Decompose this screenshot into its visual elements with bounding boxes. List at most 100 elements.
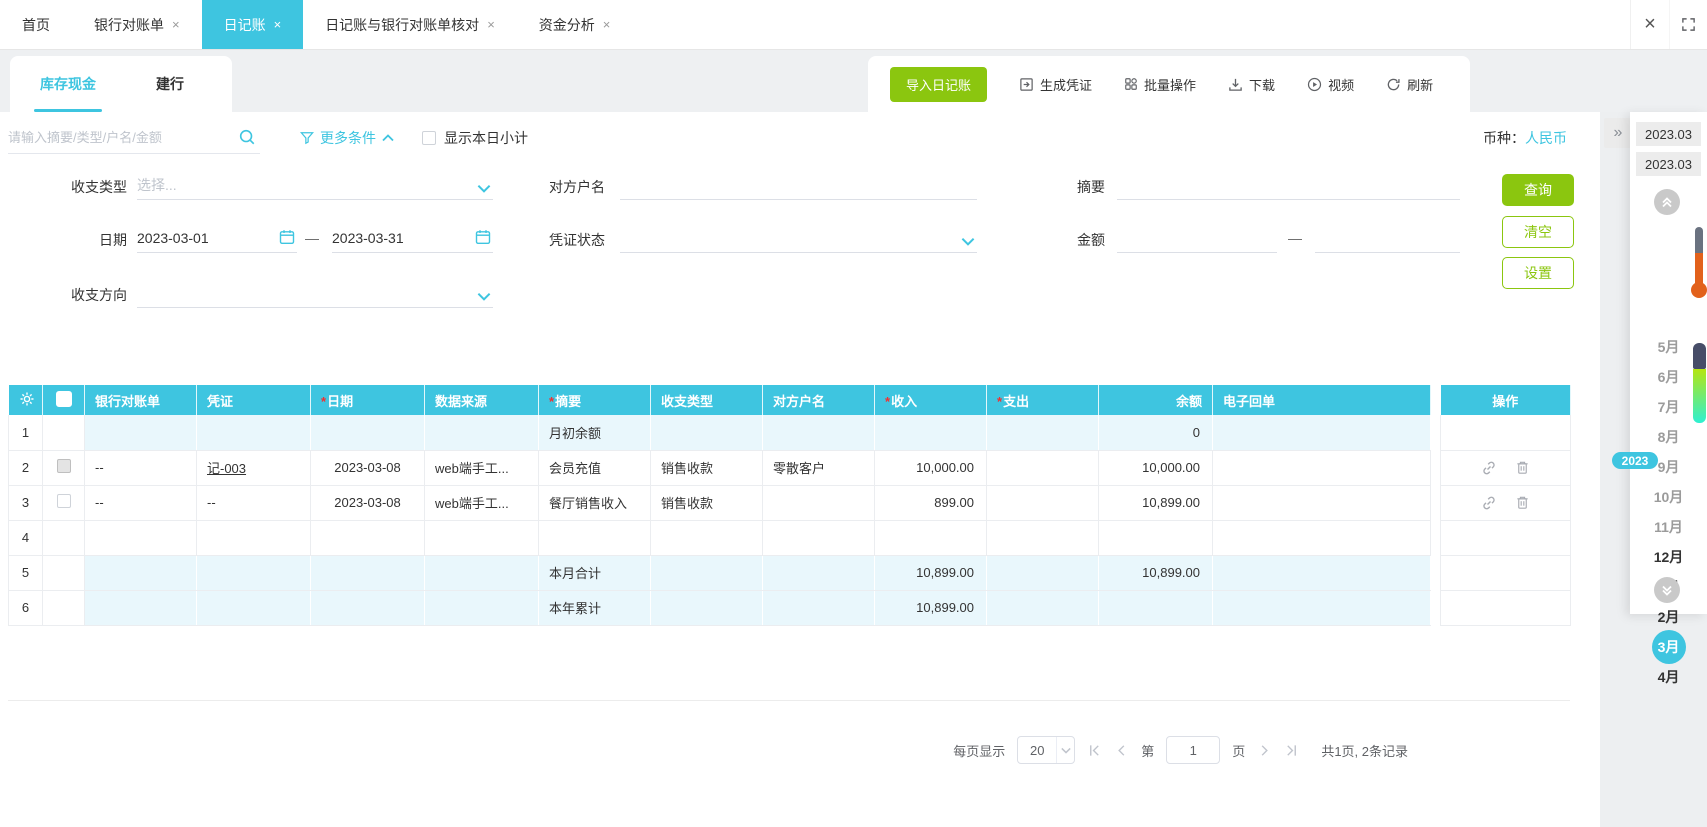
scroll-indicator-cap bbox=[1693, 343, 1706, 369]
close-icon[interactable]: × bbox=[1631, 0, 1669, 49]
header-voucher[interactable]: 凭证 bbox=[196, 385, 311, 415]
calendar-icon[interactable] bbox=[279, 229, 295, 248]
column-gap bbox=[1430, 485, 1441, 520]
header-income[interactable]: *收入 bbox=[874, 385, 987, 415]
direction-select[interactable] bbox=[137, 278, 493, 308]
select-all-checkbox[interactable] bbox=[55, 390, 72, 407]
window-controls: × bbox=[1630, 0, 1707, 49]
header-type[interactable]: 收支类型 bbox=[650, 385, 763, 415]
trash-icon[interactable] bbox=[1515, 460, 1530, 475]
type-select[interactable]: 选择... bbox=[137, 170, 493, 200]
tab-close-icon[interactable]: × bbox=[274, 17, 282, 32]
generate-voucher-button[interactable]: 生成凭证 bbox=[1019, 75, 1092, 94]
query-button[interactable]: 查询 bbox=[1502, 174, 1574, 206]
header-party[interactable]: 对方户名 bbox=[762, 385, 875, 415]
daily-subtotal-checkbox[interactable] bbox=[422, 131, 436, 145]
clear-button[interactable]: 清空 bbox=[1502, 216, 1574, 248]
month-item-oct[interactable]: 10月 bbox=[1630, 482, 1707, 512]
date-to-input[interactable]: 2023-03-31 bbox=[332, 223, 493, 253]
per-page-select[interactable]: 20 bbox=[1017, 736, 1076, 764]
table-row: 1 月初余额 0 bbox=[8, 415, 1571, 451]
tab-fund-analysis[interactable]: 资金分析 × bbox=[517, 0, 633, 49]
header-expense[interactable]: *支出 bbox=[986, 385, 1099, 415]
header-balance[interactable]: 余额 bbox=[1098, 385, 1213, 415]
first-page-icon[interactable] bbox=[1087, 743, 1102, 758]
link-icon[interactable] bbox=[1481, 495, 1497, 511]
subtab-cash[interactable]: 库存现金 bbox=[10, 56, 126, 112]
row-checkbox[interactable] bbox=[56, 494, 71, 508]
header-bank-statement[interactable]: 银行对账单 bbox=[84, 385, 197, 415]
voucher-status-select[interactable] bbox=[620, 223, 977, 253]
tab-label: 日记账 bbox=[223, 16, 266, 33]
more-conditions-toggle[interactable]: 更多条件 bbox=[300, 128, 394, 148]
voucher-link[interactable]: 记-003 bbox=[207, 461, 246, 476]
video-button[interactable]: 视频 bbox=[1307, 75, 1354, 94]
month-item-nov[interactable]: 11月 bbox=[1630, 512, 1707, 542]
header-label: 收支类型 bbox=[661, 393, 714, 409]
search-input[interactable] bbox=[8, 122, 228, 152]
amount-min-input[interactable] bbox=[1117, 223, 1277, 253]
next-page-icon[interactable] bbox=[1257, 743, 1272, 758]
thermometer-bulb-icon bbox=[1691, 282, 1707, 298]
chevron-down-icon[interactable] bbox=[477, 180, 491, 196]
cell-type bbox=[650, 590, 763, 626]
tab-bank-statement[interactable]: 银行对账单 × bbox=[72, 0, 202, 49]
date-from-input[interactable]: 2023-03-01 bbox=[137, 223, 297, 253]
calendar-icon[interactable] bbox=[475, 229, 491, 248]
month-item-aug[interactable]: 8月 bbox=[1630, 422, 1707, 452]
column-settings[interactable] bbox=[8, 385, 43, 415]
page-prefix-label: 第 bbox=[1141, 743, 1155, 759]
download-button[interactable]: 下载 bbox=[1228, 75, 1275, 94]
cell-receipt bbox=[1212, 520, 1431, 556]
tab-journal[interactable]: 日记账 × bbox=[201, 0, 304, 49]
subtab-ccb-bank[interactable]: 建行 bbox=[126, 56, 214, 112]
row-checkbox[interactable] bbox=[56, 459, 71, 473]
import-journal-button[interactable]: 导入日记账 bbox=[890, 66, 988, 102]
cell-balance: 10,000.00 bbox=[1098, 450, 1213, 486]
search-icon[interactable] bbox=[238, 128, 256, 149]
trash-icon[interactable] bbox=[1515, 495, 1530, 510]
month-item-feb[interactable]: 2月 bbox=[1630, 602, 1707, 632]
header-date[interactable]: *日期 bbox=[310, 385, 425, 415]
month-item-dec[interactable]: 12月 bbox=[1630, 542, 1707, 572]
page-number-value: 1 bbox=[1189, 742, 1197, 758]
header-e-receipt[interactable]: 电子回单 bbox=[1212, 385, 1431, 415]
last-page-icon[interactable] bbox=[1284, 743, 1299, 758]
header-summary[interactable]: *摘要 bbox=[538, 385, 651, 415]
table-row: 5 本月合计 10,899.00 10,899.00 bbox=[8, 555, 1571, 591]
pagination-summary: 共1页, 2条记录 bbox=[1321, 743, 1408, 759]
scroll-down-icon[interactable] bbox=[1654, 577, 1680, 603]
currency-value[interactable]: 人民币 bbox=[1525, 130, 1567, 146]
chevron-down-icon[interactable] bbox=[961, 233, 975, 249]
cell-bank bbox=[84, 520, 197, 556]
chevron-down-icon[interactable] bbox=[477, 288, 491, 304]
tab-journal-bank-check[interactable]: 日记账与银行对账单核对 × bbox=[303, 0, 517, 49]
tab-home[interactable]: 首页 bbox=[0, 0, 72, 49]
summary-input[interactable] bbox=[1117, 170, 1460, 200]
settings-button[interactable]: 设置 bbox=[1502, 257, 1574, 289]
refresh-button[interactable]: 刷新 bbox=[1386, 75, 1433, 94]
row-number: 4 bbox=[8, 520, 43, 556]
fullscreen-icon[interactable] bbox=[1669, 0, 1707, 49]
pagination: 每页显示 20 第 1 页 共1页, 2条记录 bbox=[0, 736, 1408, 764]
download-icon bbox=[1229, 78, 1242, 91]
page-suffix-label: 页 bbox=[1232, 743, 1246, 759]
header-data-source[interactable]: 数据来源 bbox=[424, 385, 539, 415]
prev-page-icon[interactable] bbox=[1114, 743, 1129, 758]
tab-close-icon[interactable]: × bbox=[487, 17, 495, 32]
tab-close-icon[interactable]: × bbox=[172, 17, 180, 32]
month-item-mar-selected[interactable]: 3月 bbox=[1630, 630, 1707, 664]
batch-operate-button[interactable]: 批量操作 bbox=[1124, 75, 1196, 94]
period-box-current[interactable]: 2023.03 bbox=[1636, 122, 1701, 146]
link-icon[interactable] bbox=[1481, 460, 1497, 476]
scroll-up-icon[interactable] bbox=[1654, 189, 1680, 215]
cell-receipt bbox=[1212, 485, 1431, 521]
sidebar-collapse-button[interactable]: » bbox=[1604, 118, 1632, 148]
tab-label: 日记账与银行对账单核对 bbox=[325, 16, 480, 33]
period-box-selected[interactable]: 2023.03 bbox=[1636, 152, 1701, 176]
tab-close-icon[interactable]: × bbox=[603, 17, 611, 32]
party-input[interactable] bbox=[620, 170, 977, 200]
month-item-apr[interactable]: 4月 bbox=[1630, 662, 1707, 692]
page-number-input[interactable]: 1 bbox=[1166, 736, 1221, 764]
amount-max-input[interactable] bbox=[1315, 223, 1460, 253]
